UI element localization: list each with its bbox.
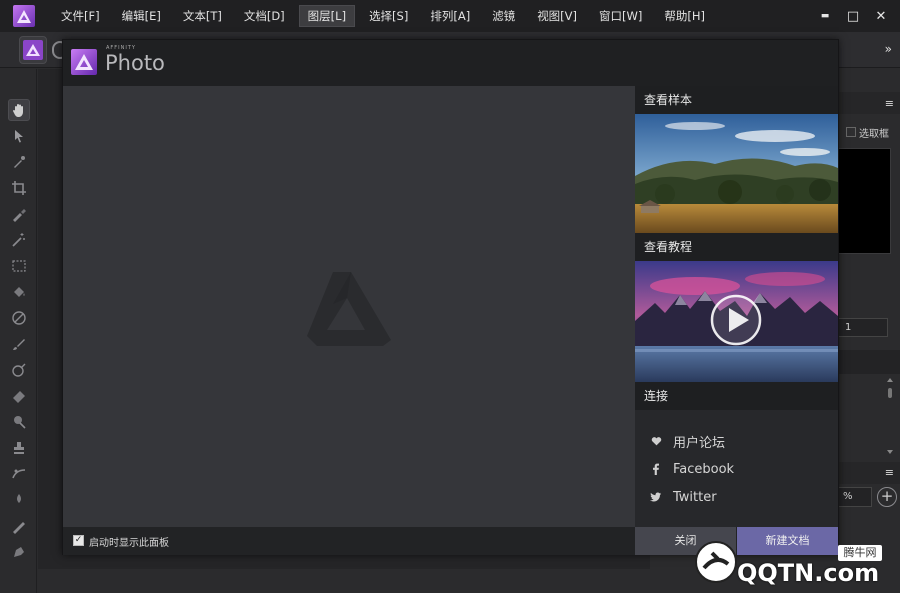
clone-tool-icon[interactable] bbox=[8, 437, 30, 459]
panel-divider-band bbox=[838, 350, 900, 374]
panel-value-field[interactable]: 1 bbox=[838, 318, 888, 337]
facebook-icon bbox=[649, 462, 663, 476]
menu-document[interactable]: 文档[D] bbox=[236, 5, 293, 27]
second-panel-header: ≡ bbox=[838, 462, 900, 484]
smudge-tool-icon[interactable] bbox=[8, 489, 30, 511]
panel-menu-icon-2[interactable]: ≡ bbox=[885, 466, 894, 479]
pen-tool-icon[interactable] bbox=[8, 541, 30, 563]
twitter-icon bbox=[649, 490, 663, 504]
twitter-link[interactable]: Twitter bbox=[649, 487, 717, 507]
menu-arrange[interactable]: 排列[A] bbox=[422, 5, 478, 27]
menu-select[interactable]: 选择[S] bbox=[361, 5, 416, 27]
menu-file[interactable]: 文件[F] bbox=[53, 5, 108, 27]
twitter-label: Twitter bbox=[673, 489, 717, 505]
samples-heading[interactable]: 查看样本 bbox=[635, 86, 838, 114]
photo-persona-icon bbox=[23, 40, 43, 60]
menu-window[interactable]: 窗口[W] bbox=[591, 5, 650, 27]
window-controls: ▬ □ ✕ bbox=[810, 0, 900, 32]
dodge-tool-icon[interactable] bbox=[8, 411, 30, 433]
panel-scrollbar[interactable] bbox=[884, 376, 896, 456]
menu-text[interactable]: 文本[T] bbox=[175, 5, 230, 27]
affinity-watermark-icon bbox=[307, 272, 391, 346]
navigator-preview bbox=[838, 148, 891, 254]
show-on-startup-label: 启动时显示此面板 bbox=[89, 538, 169, 549]
move-tool-icon[interactable] bbox=[8, 125, 30, 147]
connect-heading: 连接 bbox=[635, 382, 838, 410]
selection-brush-tool-icon[interactable] bbox=[8, 203, 30, 225]
panel-menu-icon[interactable]: ≡ bbox=[885, 97, 894, 110]
marquee-checkbox[interactable] bbox=[846, 127, 856, 137]
flood-fill-tool-icon[interactable] bbox=[8, 281, 30, 303]
gradient-tool-icon[interactable] bbox=[8, 307, 30, 329]
user-forum-link[interactable]: 用户论坛 bbox=[649, 431, 725, 451]
close-window-button[interactable]: ✕ bbox=[868, 3, 894, 29]
marquee-checkbox-label: 选取框 bbox=[859, 129, 889, 140]
dialog-sidebar: 查看样本 查看教程 连接 用户论坛 Facebook Twitter bbox=[635, 86, 838, 527]
erase-brush-tool-icon[interactable] bbox=[8, 385, 30, 407]
blemish-removal-tool-icon[interactable] bbox=[8, 463, 30, 485]
eyedropper-tool-icon[interactable] bbox=[8, 151, 30, 173]
facebook-label: Facebook bbox=[673, 461, 735, 477]
paint-brush-tool-icon[interactable] bbox=[8, 333, 30, 355]
show-on-startup-checkbox[interactable]: ✓ bbox=[73, 535, 84, 546]
menu-view[interactable]: 视图[V] bbox=[529, 5, 585, 27]
percent-field[interactable]: % bbox=[838, 487, 872, 507]
crop-tool-icon[interactable] bbox=[8, 177, 30, 199]
tools-panel bbox=[0, 69, 37, 593]
facebook-link[interactable]: Facebook bbox=[649, 459, 734, 479]
tutorials-heading[interactable]: 查看教程 bbox=[635, 233, 838, 261]
heart-icon bbox=[649, 434, 663, 448]
marquee-tool-icon[interactable] bbox=[8, 255, 30, 277]
affinity-photo-logo-icon[interactable] bbox=[13, 5, 35, 27]
color-replacement-tool-icon[interactable] bbox=[8, 359, 30, 381]
minimize-button[interactable]: ▬ bbox=[812, 3, 838, 29]
tutorials-thumbnail[interactable] bbox=[635, 261, 838, 382]
dialog-header: AFFINITY Photo bbox=[63, 40, 838, 86]
toolbar-overflow-icon[interactable]: » bbox=[885, 42, 892, 56]
welcome-dialog: AFFINITY Photo 查看样本 查看教程 连接 用户论坛 Faceboo… bbox=[62, 39, 839, 555]
site-watermark-brand: QQTN.com bbox=[737, 559, 880, 587]
menu-edit[interactable]: 编辑[E] bbox=[114, 5, 169, 27]
dialog-main-area bbox=[63, 86, 635, 527]
right-panel-header: ≡ bbox=[838, 92, 900, 114]
magic-wand-tool-icon[interactable] bbox=[8, 229, 30, 251]
maximize-button[interactable]: □ bbox=[840, 3, 866, 29]
photo-persona-button[interactable] bbox=[19, 36, 47, 64]
menu-bar: 文件[F] 编辑[E] 文本[T] 文档[D] 图层[L] 选择[S] 排列[A… bbox=[0, 0, 900, 32]
dialog-title: Photo bbox=[105, 51, 165, 75]
menu-filters[interactable]: 滤镜 bbox=[484, 5, 523, 27]
menu-layer[interactable]: 图层[L] bbox=[298, 5, 356, 27]
user-forum-label: 用户论坛 bbox=[673, 435, 726, 451]
hand-tool-icon[interactable] bbox=[8, 99, 30, 121]
add-button[interactable]: + bbox=[877, 487, 897, 507]
affinity-photo-logo-icon bbox=[71, 49, 97, 75]
menu-help[interactable]: 帮助[H] bbox=[656, 5, 713, 27]
samples-thumbnail[interactable] bbox=[635, 114, 838, 233]
inpainting-tool-icon[interactable] bbox=[8, 515, 30, 537]
